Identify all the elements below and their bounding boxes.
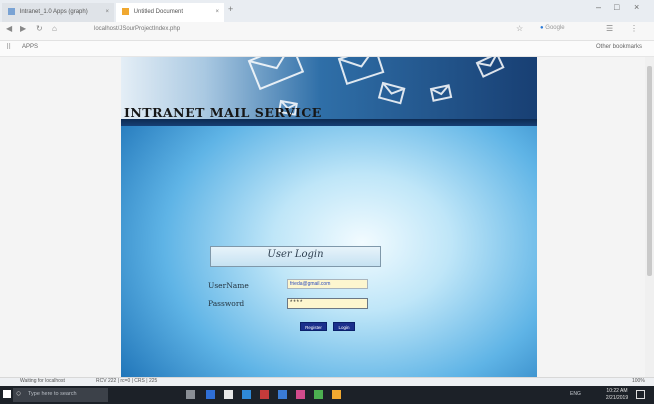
app-icon[interactable]: [332, 390, 341, 399]
tab-untitled-document[interactable]: Untitled Document ×: [116, 3, 224, 22]
forward-icon[interactable]: ▶: [20, 24, 26, 33]
close-window-icon[interactable]: ×: [634, 2, 639, 12]
app-icon[interactable]: [260, 390, 269, 399]
task-view-icon[interactable]: [186, 390, 195, 399]
menu-icon[interactable]: ⋮: [630, 24, 638, 33]
windows-start-icon[interactable]: [3, 390, 11, 398]
back-icon[interactable]: ◀: [6, 24, 12, 33]
search-engine-box[interactable]: ● Google: [540, 25, 586, 36]
page-title: INTRANET MAIL SERVICE: [124, 105, 322, 120]
banner-strip: [121, 119, 537, 126]
zoom-level[interactable]: 100%: [632, 378, 645, 384]
maximize-icon[interactable]: □: [614, 2, 619, 12]
chrome-icon[interactable]: [314, 390, 323, 399]
search-icon: ●: [540, 25, 544, 31]
username-input[interactable]: frieda@gmail.com: [287, 279, 368, 289]
username-label: UserName: [208, 281, 249, 290]
page-icon: [122, 7, 129, 15]
tab-label: Intranet_1.0 Apps (graph): [19, 9, 88, 15]
system-tray[interactable]: ENG: [570, 391, 581, 397]
tab-label: Untitled Document: [133, 9, 184, 15]
status-detail: RCV 222 | rc=0 | CRS | 225: [96, 378, 158, 384]
login-header: User Login: [267, 249, 324, 260]
search-icon: ○: [16, 388, 22, 398]
close-icon[interactable]: ×: [105, 3, 109, 22]
clock-time: 10:22 AM: [606, 388, 628, 394]
other-bookmarks[interactable]: Other bookmarks: [596, 44, 642, 50]
new-tab-button[interactable]: +: [228, 4, 233, 14]
edge-icon[interactable]: [206, 390, 215, 399]
extensions-icon[interactable]: ☰: [606, 24, 613, 33]
clock[interactable]: 10:22 AM 2/21/2019: [604, 388, 630, 402]
status-text: Waiting for localhost: [20, 378, 65, 384]
search-placeholder: Google: [545, 25, 565, 31]
bookmarks-bar: [0, 41, 654, 57]
register-button[interactable]: Register: [300, 322, 327, 331]
home-icon[interactable]: ⌂: [52, 24, 57, 33]
minimize-icon[interactable]: –: [596, 2, 601, 12]
app-icon[interactable]: [278, 390, 287, 399]
star-icon[interactable]: ☆: [516, 24, 523, 33]
close-icon[interactable]: ×: [215, 3, 219, 22]
login-button[interactable]: Login: [333, 322, 355, 331]
bookmark-apps[interactable]: APPS: [22, 44, 38, 50]
reload-icon[interactable]: ↻: [36, 24, 43, 33]
notification-icon[interactable]: [636, 390, 645, 399]
store-icon[interactable]: [242, 390, 251, 399]
explorer-icon[interactable]: [224, 390, 233, 399]
page-icon: [8, 7, 15, 15]
password-input[interactable]: ****: [287, 298, 368, 309]
apps-icon[interactable]: ⠿: [6, 43, 11, 51]
tab-intranet[interactable]: Intranet_1.0 Apps (graph) ×: [2, 3, 114, 22]
password-label: Password: [208, 299, 245, 308]
clock-date: 2/21/2019: [605, 395, 629, 401]
app-icon[interactable]: [296, 390, 305, 399]
url-input[interactable]: localhost/JSourProjectIndex.php: [94, 26, 180, 32]
taskbar-search-placeholder: Type here to search: [28, 391, 77, 397]
scrollbar-thumb[interactable]: [647, 66, 652, 276]
